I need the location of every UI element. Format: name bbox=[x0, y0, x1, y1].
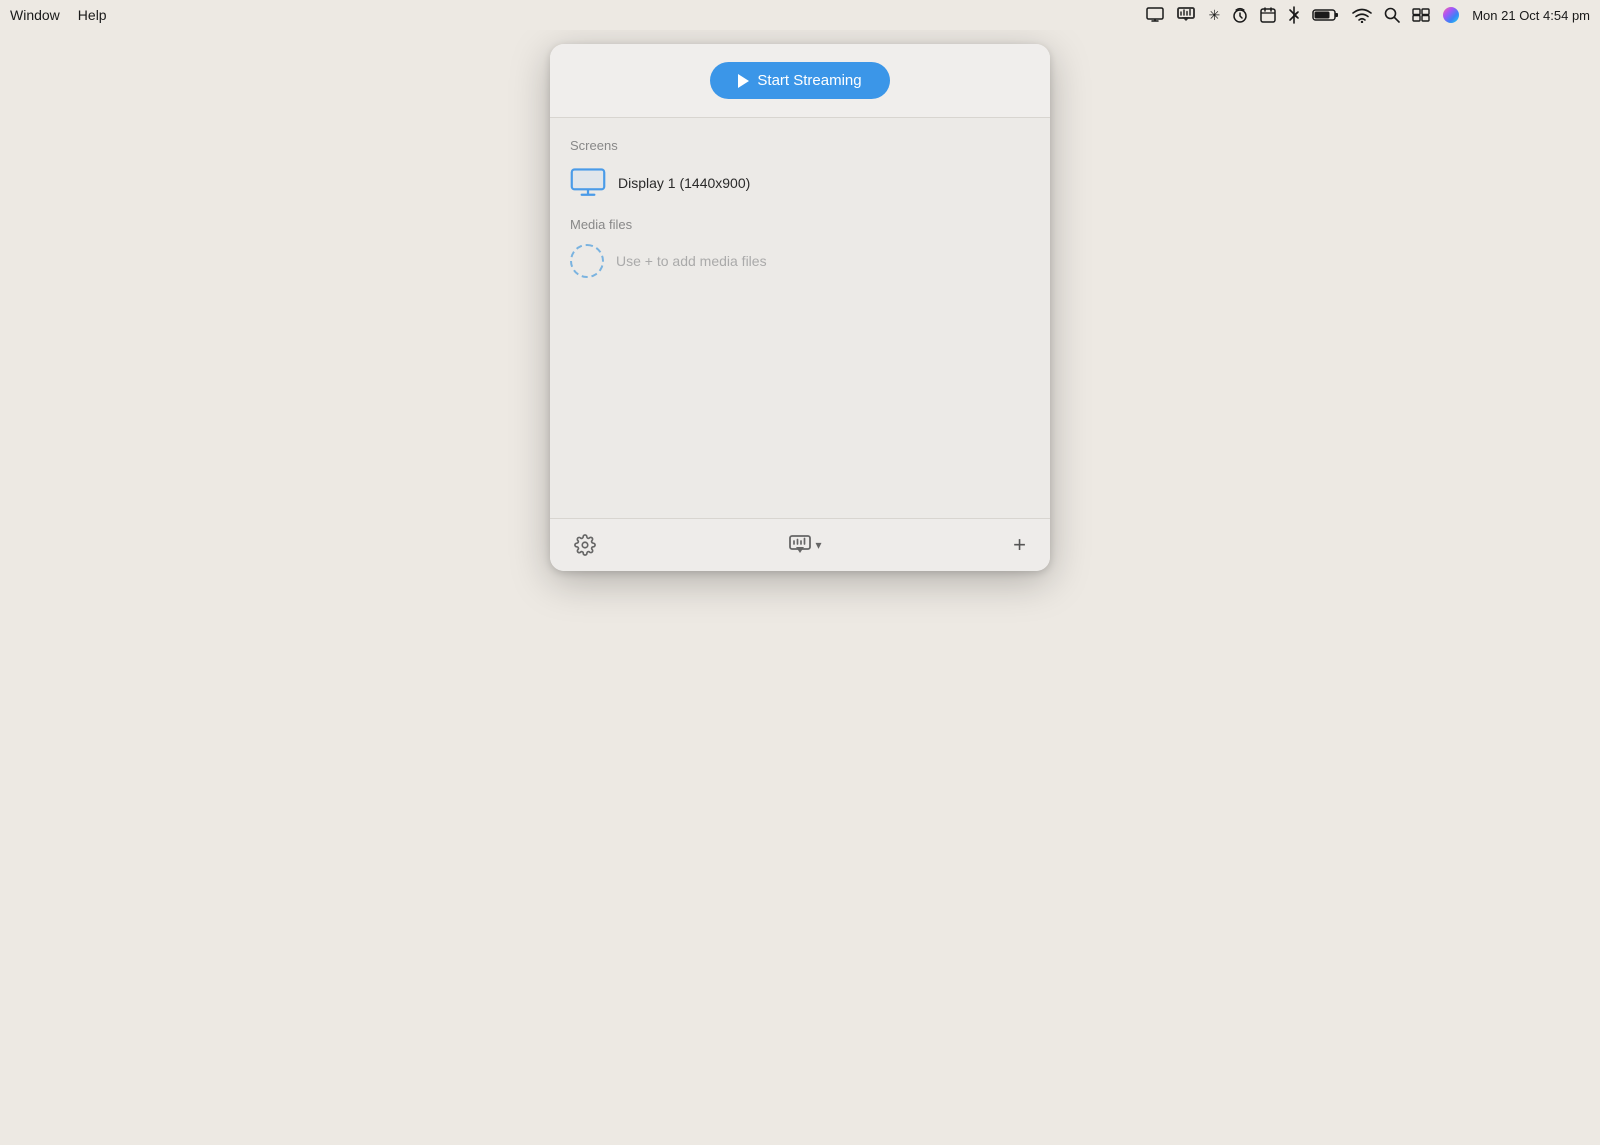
display-item[interactable]: Display 1 (1440x900) bbox=[570, 165, 1030, 201]
display-monitor-icon bbox=[570, 165, 606, 201]
menubar-right: ✳ bbox=[1146, 6, 1590, 24]
bluetooth-status-icon[interactable] bbox=[1288, 6, 1300, 24]
airplay-status-icon[interactable] bbox=[1176, 7, 1196, 23]
start-streaming-label: Start Streaming bbox=[757, 72, 861, 89]
settings-button[interactable] bbox=[574, 534, 596, 556]
wifi-status-icon[interactable] bbox=[1352, 7, 1372, 23]
play-icon bbox=[738, 74, 749, 88]
timemachine-status-icon[interactable] bbox=[1232, 6, 1248, 24]
panel-footer: ▾ + bbox=[550, 518, 1050, 571]
media-files-section: Media files Use + to add media files bbox=[570, 217, 1030, 278]
media-hint-text: Use + to add media files bbox=[616, 253, 767, 269]
radnet-status-icon[interactable]: ✳ bbox=[1208, 7, 1220, 24]
plus-icon: + bbox=[1013, 534, 1026, 556]
display-label: Display 1 (1440x900) bbox=[618, 175, 750, 191]
panel-content: Screens Display 1 (1440x900) Media files… bbox=[550, 118, 1050, 518]
menubar: Window Help ✳ bbox=[0, 0, 1600, 30]
siri-status-icon[interactable] bbox=[1442, 6, 1460, 24]
menubar-left: Window Help bbox=[10, 7, 107, 23]
streaming-panel: Start Streaming Screens Display 1 (1440x… bbox=[550, 44, 1050, 571]
media-files-section-label: Media files bbox=[570, 217, 1030, 232]
multiwindow-status-icon[interactable] bbox=[1412, 8, 1430, 22]
add-button[interactable]: + bbox=[1013, 534, 1026, 556]
menubar-clock: Mon 21 Oct 4:54 pm bbox=[1472, 8, 1590, 23]
calendar-status-icon[interactable] bbox=[1260, 7, 1276, 23]
media-placeholder: Use + to add media files bbox=[570, 244, 1030, 278]
panel-header: Start Streaming bbox=[550, 44, 1050, 118]
cast-button[interactable]: ▾ bbox=[788, 533, 822, 557]
screens-section-label: Screens bbox=[570, 138, 1030, 153]
menu-help[interactable]: Help bbox=[78, 7, 107, 23]
cast-chevron-icon: ▾ bbox=[816, 538, 822, 552]
menu-window[interactable]: Window bbox=[10, 7, 60, 23]
monitor-status-icon[interactable] bbox=[1146, 7, 1164, 23]
search-status-icon[interactable] bbox=[1384, 7, 1400, 23]
media-placeholder-circle bbox=[570, 244, 604, 278]
start-streaming-button[interactable]: Start Streaming bbox=[710, 62, 889, 99]
battery-status-icon[interactable] bbox=[1312, 8, 1340, 22]
